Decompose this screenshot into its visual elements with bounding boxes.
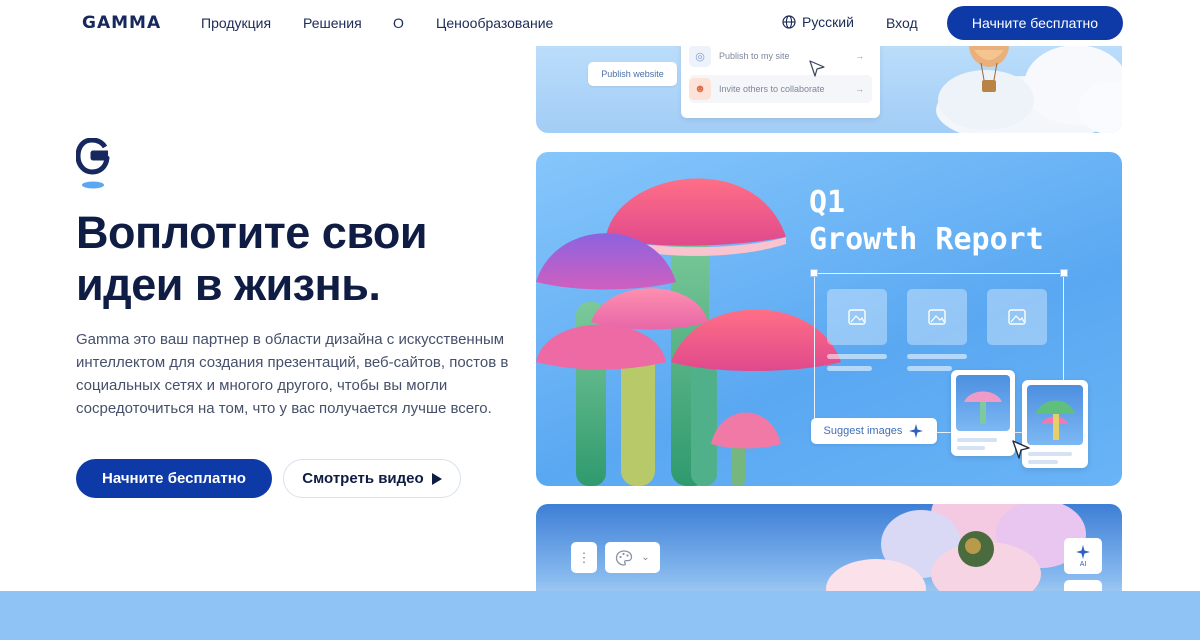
report-title-line1: Q1	[809, 185, 846, 220]
chevron-down-icon: ⌄	[641, 552, 650, 563]
invite-collaborate-item[interactable]: ☻ Invite others to collaborate →	[689, 75, 872, 103]
image-suggestion-thumbnail[interactable]	[951, 370, 1015, 456]
ai-assistant-button[interactable]: AI	[1064, 538, 1102, 574]
nav-products[interactable]: Продукция	[201, 15, 271, 31]
text-line-placeholder	[907, 354, 967, 359]
image-placeholder	[827, 289, 887, 345]
language-selector[interactable]: Русский	[782, 14, 854, 30]
more-vertical-icon[interactable]: ⋮	[571, 542, 597, 573]
ai-badge: AI	[1079, 561, 1087, 568]
gamma-logo[interactable]: GAMMA	[82, 13, 161, 33]
arrow-right-icon: →	[855, 84, 864, 94]
cursor-icon	[809, 60, 825, 77]
hero-headline-line2: идеи в жизнь.	[76, 259, 381, 310]
start-free-header-button[interactable]: Начните бесплатно	[947, 6, 1123, 40]
text-line-placeholder	[907, 366, 952, 371]
globe-icon: ◎	[689, 45, 711, 67]
language-label: Русский	[802, 14, 854, 30]
nav-about[interactable]: О	[393, 15, 404, 31]
growth-report-card: Q1 Growth Report Suggest images	[536, 152, 1122, 486]
login-link[interactable]: Вход	[886, 15, 918, 31]
palette-icon	[616, 549, 633, 566]
mushroom-thumbnail	[1035, 400, 1075, 440]
start-free-button[interactable]: Начните бесплатно	[76, 459, 272, 498]
hero-headline-line1: Воплотите свои	[76, 207, 428, 258]
publish-to-my-site-label: Publish to my site	[719, 51, 790, 61]
hero-headline: Воплотите свои идеи в жизнь.	[76, 207, 496, 311]
globe-icon	[782, 15, 796, 29]
publish-website-button[interactable]: Publish website	[588, 62, 677, 86]
image-icon	[1008, 309, 1026, 325]
report-title: Q1 Growth Report	[809, 184, 1044, 258]
suggest-images-label: Suggest images	[823, 425, 903, 437]
report-title-line2: Growth Report	[809, 222, 1044, 257]
image-icon	[848, 309, 866, 325]
text-line-placeholder	[827, 366, 872, 371]
resize-handle[interactable]	[1060, 269, 1068, 277]
watch-video-label: Смотреть видео	[302, 470, 424, 487]
theme-picker[interactable]: ⌄	[605, 542, 660, 573]
publish-to-my-site-item[interactable]: ◎ Publish to my site →	[689, 42, 872, 70]
users-icon: ☻	[689, 78, 711, 100]
mushroom-illustration	[536, 178, 841, 486]
arrow-right-icon: →	[855, 51, 864, 61]
sparkle-icon	[1076, 545, 1090, 559]
text-line-placeholder	[827, 354, 887, 359]
play-icon	[431, 472, 442, 485]
cursor-icon	[1012, 440, 1030, 459]
nav-solutions[interactable]: Решения	[303, 15, 362, 31]
gamma-g-mark-icon	[76, 138, 110, 189]
page-bottom-band	[0, 591, 1200, 640]
nav-pricing[interactable]: Ценообразование	[436, 15, 553, 31]
suggest-images-button[interactable]: Suggest images	[811, 418, 937, 444]
hero-description: Gamma это ваш партнер в области дизайна …	[76, 331, 509, 417]
resize-handle[interactable]	[810, 269, 818, 277]
invite-collaborate-label: Invite others to collaborate	[719, 84, 825, 94]
top-navigation-bar: GAMMA Продукция Решения О Ценообразовани…	[0, 0, 1200, 46]
mushroom-thumbnail	[964, 391, 1002, 424]
image-placeholder	[907, 289, 967, 345]
watch-video-button[interactable]: Смотреть видео	[283, 459, 461, 498]
image-icon	[928, 309, 946, 325]
sparkle-icon	[909, 424, 924, 438]
image-placeholder	[987, 289, 1047, 345]
